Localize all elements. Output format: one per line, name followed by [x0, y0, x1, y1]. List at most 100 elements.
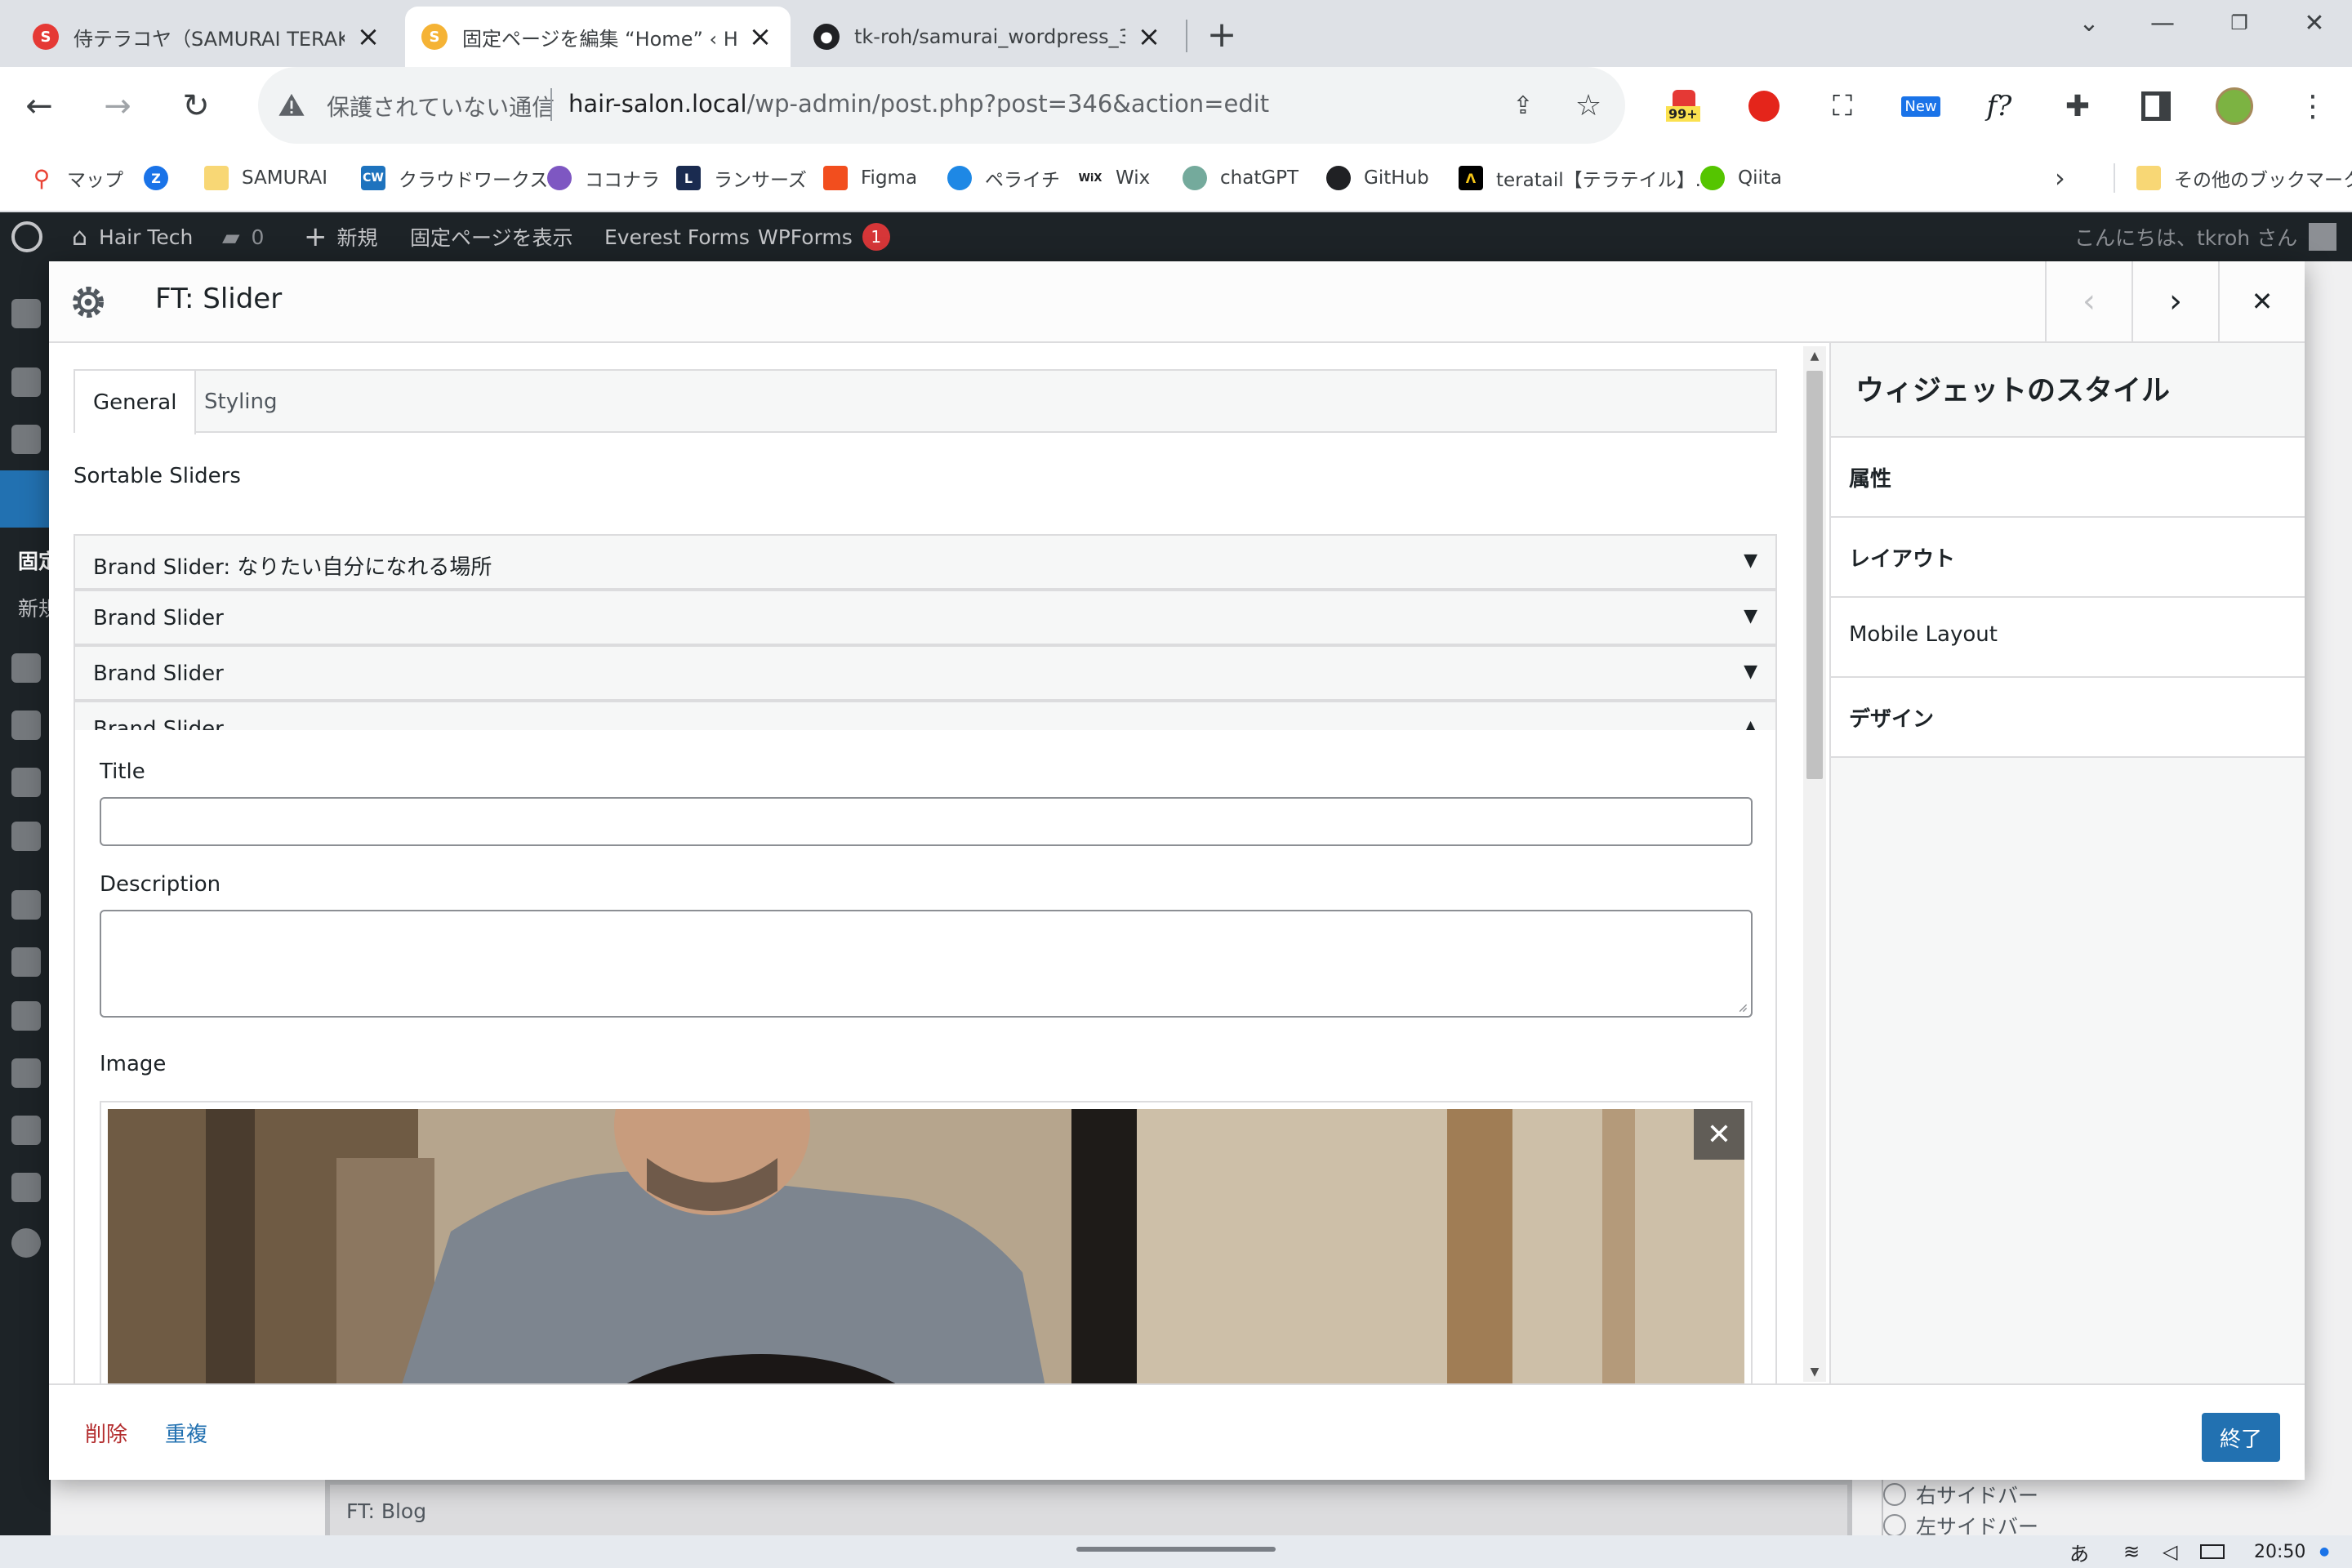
wpforms-link[interactable]: WPForms 1 — [758, 212, 890, 261]
tab-close-icon[interactable]: × — [1135, 20, 1163, 53]
account-greeting[interactable]: こんにちは、tkroh さん — [2074, 212, 2337, 261]
plugins-icon[interactable] — [11, 947, 41, 977]
scrollbar-thumb[interactable] — [1806, 371, 1823, 779]
remove-image-button[interactable]: ✕ — [1694, 1109, 1744, 1160]
restore-icon[interactable]: ❐ — [2207, 7, 2272, 39]
style-section-layout[interactable]: レイアウト — [1831, 518, 2305, 598]
next-widget-button[interactable]: › — [2132, 261, 2218, 341]
pin-icon[interactable] — [11, 368, 41, 397]
slider-item[interactable]: Brand Slider ▼ — [74, 645, 1777, 701]
tab-close-icon[interactable]: × — [354, 20, 382, 53]
reload-icon[interactable]: ↻ — [175, 85, 217, 127]
slider-item[interactable]: Brand Slider: なりたい自分になれる場所 ▼ — [74, 534, 1777, 590]
style-section-design[interactable]: デザイン — [1831, 678, 2305, 758]
collapse-menu-icon[interactable] — [11, 1228, 41, 1258]
bookmark-folder-samurai[interactable]: SAMURAI — [204, 162, 327, 194]
close-modal-button[interactable]: ✕ — [2218, 261, 2305, 341]
caret-down-icon[interactable]: ▼ — [1744, 550, 1757, 571]
screen-capture-icon[interactable]: ⛶ — [1821, 85, 1864, 127]
bookmark-star-icon[interactable]: ☆ — [1570, 87, 1607, 124]
bookmark-coconala[interactable]: ココナラ — [547, 162, 660, 194]
window-close-icon[interactable]: ✕ — [2282, 7, 2347, 39]
tab-search-chevron-icon[interactable]: ⌄ — [2056, 7, 2122, 39]
tools-icon[interactable] — [11, 1001, 41, 1031]
browser-tab[interactable]: S 侍テラコヤ（SAMURAI TERAKOYA） × — [16, 7, 399, 67]
settings-icon[interactable] — [11, 1173, 41, 1202]
ime-indicator[interactable]: あ — [2069, 1537, 2089, 1566]
style-section-attributes[interactable]: 属性 — [1831, 438, 2305, 518]
volume-icon[interactable]: ◁ — [2163, 1537, 2177, 1566]
bookmark-github[interactable]: GitHub — [1326, 162, 1429, 194]
bookmark-wix[interactable]: WiX Wix — [1078, 162, 1151, 194]
adblock-icon[interactable] — [1743, 85, 1785, 127]
bookmarks-overflow-chevron-icon[interactable]: › — [2055, 162, 2065, 194]
forms-icon[interactable] — [11, 768, 41, 797]
wrench-icon[interactable] — [11, 1116, 41, 1145]
resize-grip-icon[interactable] — [1736, 1001, 1748, 1013]
tab-close-icon[interactable]: × — [746, 20, 774, 53]
delete-link[interactable]: 削除 — [85, 1418, 127, 1448]
calendar-icon[interactable] — [11, 822, 41, 851]
dashboard-icon[interactable] — [11, 299, 41, 328]
caret-down-icon[interactable]: ▼ — [1744, 606, 1757, 626]
new-content-link[interactable]: + 新規 — [304, 212, 378, 261]
new-tab-icon[interactable]: + — [1200, 13, 1243, 56]
everest-forms-link[interactable]: Everest Forms — [604, 212, 750, 261]
pages-menu-active[interactable] — [0, 470, 51, 528]
notification-dot-icon[interactable]: ● — [2319, 1537, 2329, 1566]
slider-item[interactable]: Brand Slider ▼ — [74, 590, 1777, 645]
bookmark-peraichi[interactable]: ペライチ — [947, 162, 1060, 194]
bookmark-crowdworks[interactable]: CW クラウドワークス — [361, 162, 548, 194]
style-section-mobile-layout[interactable]: Mobile Layout — [1831, 598, 2305, 678]
extension-badge-icon[interactable]: 99+ — [1663, 85, 1705, 127]
form-scrollbar[interactable]: ▲ ▼ — [1803, 346, 1826, 1382]
bookmark-z[interactable]: Z — [144, 162, 181, 194]
bookmark-qiita[interactable]: Qiita — [1700, 162, 1782, 194]
back-arrow-icon[interactable]: ← — [18, 85, 60, 127]
address-bar[interactable]: 保護されていない通信 hair-salon.local/wp-admin/pos… — [258, 67, 1625, 144]
bookmark-lancers[interactable]: L ランサーズ — [676, 162, 807, 194]
clock[interactable]: 20:50 — [2254, 1537, 2305, 1566]
scroll-up-arrow-icon[interactable]: ▲ — [1803, 346, 1826, 366]
bookmark-maps[interactable]: ⚲ マップ — [29, 162, 123, 194]
tab-styling[interactable]: Styling — [186, 371, 296, 433]
browser-tab[interactable]: ● tk-roh/samurai_wordpress_3 × — [797, 7, 1179, 67]
wifi-icon[interactable]: ≋ — [2123, 1537, 2140, 1566]
view-page-link[interactable]: 固定ページを表示 — [410, 212, 573, 261]
media-icon[interactable] — [11, 425, 41, 454]
wordpress-logo-icon[interactable] — [11, 212, 42, 261]
battery-icon[interactable] — [2200, 1537, 2225, 1566]
browser-tab-active[interactable]: S 固定ページを編集 “Home” ‹ Hair Tech × — [405, 7, 791, 67]
side-panel-icon[interactable] — [2135, 85, 2177, 127]
fx-icon[interactable]: f? — [1978, 85, 2020, 127]
caret-down-icon[interactable]: ▼ — [1744, 662, 1757, 682]
bookmark-chatgpt[interactable]: chatGPT — [1183, 162, 1298, 194]
site-name-link[interactable]: ⌂ Hair Tech — [72, 212, 193, 261]
profile-avatar[interactable] — [2213, 85, 2256, 127]
forward-arrow-icon[interactable]: → — [96, 85, 139, 127]
users-icon[interactable] — [11, 1058, 41, 1088]
new-extension-icon[interactable]: New — [1900, 85, 1942, 127]
title-input[interactable] — [100, 797, 1753, 846]
bookmark-teratail[interactable]: Λteratail【テラテイル】... — [1459, 162, 1713, 194]
description-textarea[interactable] — [100, 910, 1753, 1018]
more-menu-icon[interactable]: ⋮ — [2292, 85, 2334, 127]
bookmark-other-folder[interactable]: その他のブックマーク — [2136, 162, 2352, 194]
duplicate-link[interactable]: 重複 — [165, 1418, 207, 1448]
previous-widget-button[interactable]: ‹ — [2045, 261, 2132, 341]
warning-triangle-icon[interactable] — [278, 91, 305, 119]
bookmark-figma[interactable]: Figma — [823, 162, 917, 194]
appearance-icon[interactable] — [11, 890, 41, 920]
scroll-down-arrow-icon[interactable]: ▼ — [1803, 1362, 1826, 1382]
share-icon[interactable]: ⇪ — [1504, 87, 1542, 124]
minimize-icon[interactable]: — — [2130, 7, 2195, 39]
image-field[interactable]: ✕ — [100, 1101, 1753, 1383]
comments-link[interactable]: ▰ 0 — [222, 212, 264, 261]
comments-icon[interactable] — [11, 653, 41, 683]
done-button[interactable]: 終了 — [2202, 1413, 2280, 1462]
tab-general[interactable]: General — [75, 371, 197, 434]
folder-icon[interactable] — [11, 710, 41, 740]
url-text[interactable]: hair-salon.local/wp-admin/post.php?post=… — [568, 90, 1269, 118]
puzzle-extensions-icon[interactable]: ✚ — [2056, 85, 2099, 127]
home-gesture-bar[interactable] — [1076, 1547, 1276, 1552]
